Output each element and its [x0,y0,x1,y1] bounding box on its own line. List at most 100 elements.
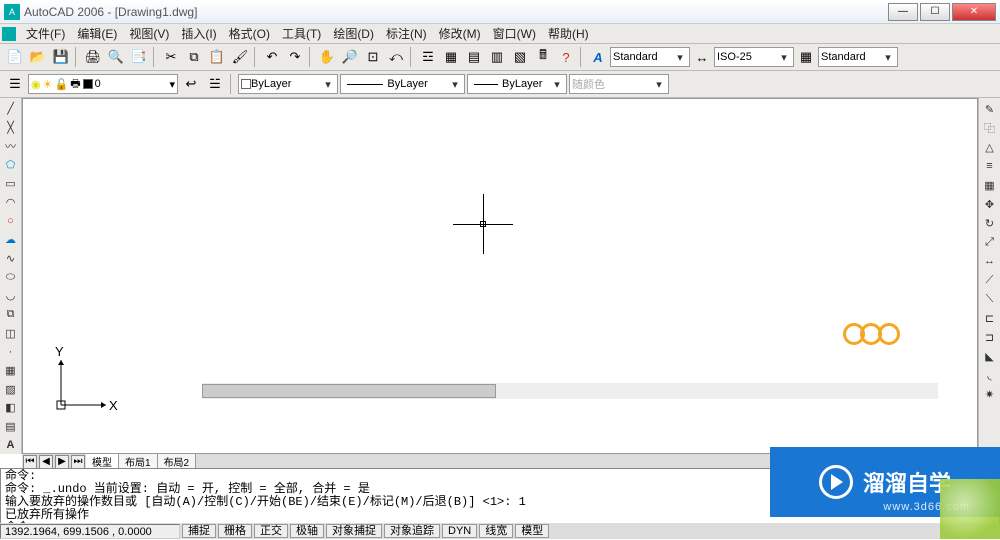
tpalette-icon[interactable]: ▤ [463,46,485,68]
lineweight-dropdown[interactable]: ByLayer ▾ [467,74,567,94]
stretch-icon[interactable]: ↔ [981,252,999,270]
help-icon[interactable]: ? [555,46,577,68]
dcenter-icon[interactable]: ▦ [440,46,462,68]
line-icon[interactable]: ╱ [2,100,20,118]
dimstyle-icon[interactable]: ↔ [691,46,713,68]
textstyle-icon[interactable]: A [587,46,609,68]
redo-icon[interactable]: ↷ [284,46,306,68]
tab-nav-prev[interactable]: ◀ [39,455,53,469]
array-icon[interactable]: ▦ [981,176,999,194]
publish-icon[interactable]: 📑 [128,46,150,68]
join-icon[interactable]: ⊐ [981,328,999,346]
block-icon[interactable]: ◫ [2,324,20,342]
tab-nav-next[interactable]: ▶ [55,455,69,469]
zoom-rt-icon[interactable]: 🔎 [339,46,361,68]
menu-draw[interactable]: 绘图(D) [327,23,380,44]
undo-icon[interactable]: ↶ [261,46,283,68]
polar-toggle[interactable]: 极轴 [290,524,324,538]
tab-layout1[interactable]: 布局1 [119,454,158,469]
maximize-button[interactable]: ☐ [920,3,950,21]
tab-nav-last[interactable]: ⏭ [71,455,85,469]
rotate-icon[interactable]: ↻ [981,214,999,232]
coordinates-display[interactable]: 1392.1964, 699.1506 , 0.0000 [0,524,180,539]
menu-help[interactable]: 帮助(H) [542,23,595,44]
xline-icon[interactable]: ╳ [2,119,20,137]
menu-view[interactable]: 视图(V) [123,23,175,44]
new-icon[interactable]: 📄 [4,46,26,68]
preview-icon[interactable]: 🔍 [105,46,127,68]
ortho-toggle[interactable]: 正交 [254,524,288,538]
tab-layout2[interactable]: 布局2 [158,454,197,469]
layer-manager-icon[interactable]: ☰ [4,73,26,95]
trim-icon[interactable]: ⟋ [981,271,999,289]
arc-icon[interactable]: ◠ [2,193,20,211]
layer-dropdown[interactable]: ◉ ☀ 🔓 🖶 0 ▾ [28,74,178,94]
horizontal-scrollbar[interactable] [202,383,938,399]
tab-nav-first[interactable]: ⏮ [23,455,37,469]
extend-icon[interactable]: ⟍ [981,290,999,308]
copy-obj-icon[interactable]: ⿻ [981,119,999,137]
fillet-icon[interactable]: ◟ [981,366,999,384]
dim-style-dropdown[interactable]: ISO-25 ▾ [714,47,794,67]
tablestyle-icon[interactable]: ▦ [795,46,817,68]
menu-edit[interactable]: 编辑(E) [71,23,123,44]
calc-icon[interactable]: 🖩 [532,46,554,68]
ellipse-arc-icon[interactable]: ◡ [2,287,20,305]
lwt-toggle[interactable]: 线宽 [479,524,513,538]
insert-icon[interactable]: ⧉ [2,306,20,324]
osnap-toggle[interactable]: 对象捕捉 [326,524,382,538]
properties-icon[interactable]: ☲ [417,46,439,68]
plotstyle-dropdown[interactable]: 随颜色 ▾ [569,74,669,94]
copy-icon[interactable]: ⧉ [183,46,205,68]
model-toggle[interactable]: 模型 [515,524,549,538]
pan-icon[interactable]: ✋ [316,46,338,68]
save-icon[interactable]: 💾 [50,46,72,68]
scale-icon[interactable]: ⤢ [981,233,999,251]
spline-icon[interactable]: ∿ [2,250,20,268]
dyn-toggle[interactable]: DYN [442,524,477,538]
grid-toggle[interactable]: 栅格 [218,524,252,538]
revcloud-icon[interactable]: ☁ [2,231,20,249]
mirror-icon[interactable]: △ [981,138,999,156]
table-style-dropdown[interactable]: Standard ▾ [818,47,898,67]
offset-icon[interactable]: ≡ [981,157,999,175]
layer-states-icon[interactable]: ☱ [204,73,226,95]
text-style-dropdown[interactable]: Standard ▾ [610,47,690,67]
otrack-toggle[interactable]: 对象追踪 [384,524,440,538]
polyline-icon[interactable]: 〰 [2,137,20,155]
menu-file[interactable]: 文件(F) [20,23,71,44]
region-icon[interactable]: ◧ [2,399,20,417]
zoom-prev-icon[interactable]: ⤺ [385,46,407,68]
layer-prev-icon[interactable]: ↩ [180,73,202,95]
break-icon[interactable]: ⊏ [981,309,999,327]
menu-dim[interactable]: 标注(N) [380,23,433,44]
explode-icon[interactable]: ✷ [981,385,999,403]
gradient-icon[interactable]: ▨ [2,380,20,398]
chamfer-icon[interactable]: ◣ [981,347,999,365]
table-icon[interactable]: ▤ [2,418,20,436]
polygon-icon[interactable]: ⬠ [2,156,20,174]
mtext-icon[interactable]: A [2,436,20,454]
point-icon[interactable]: · [2,343,20,361]
rectangle-icon[interactable]: ▭ [2,175,20,193]
menu-modify[interactable]: 修改(M) [433,23,487,44]
paste-icon[interactable]: 📋 [206,46,228,68]
print-icon[interactable]: 🖨 [82,46,104,68]
circle-icon[interactable]: ○ [2,212,20,230]
minimize-button[interactable]: — [888,3,918,21]
erase-icon[interactable]: ✎ [981,100,999,118]
sheetset-icon[interactable]: ▥ [486,46,508,68]
snap-toggle[interactable]: 捕捉 [182,524,216,538]
move-icon[interactable]: ✥ [981,195,999,213]
tab-model[interactable]: 模型 [86,454,119,469]
zoom-win-icon[interactable]: ⊡ [362,46,384,68]
markup-icon[interactable]: ▧ [509,46,531,68]
hatch-icon[interactable]: ▦ [2,362,20,380]
menu-window[interactable]: 窗口(W) [487,23,542,44]
color-dropdown[interactable]: ByLayer ▾ [238,74,338,94]
match-icon[interactable]: 🖌 [229,46,251,68]
menu-tools[interactable]: 工具(T) [276,23,327,44]
menu-insert[interactable]: 插入(I) [175,23,222,44]
drawing-canvas[interactable]: X Y [22,98,978,454]
ellipse-icon[interactable]: ⬭ [2,268,20,286]
